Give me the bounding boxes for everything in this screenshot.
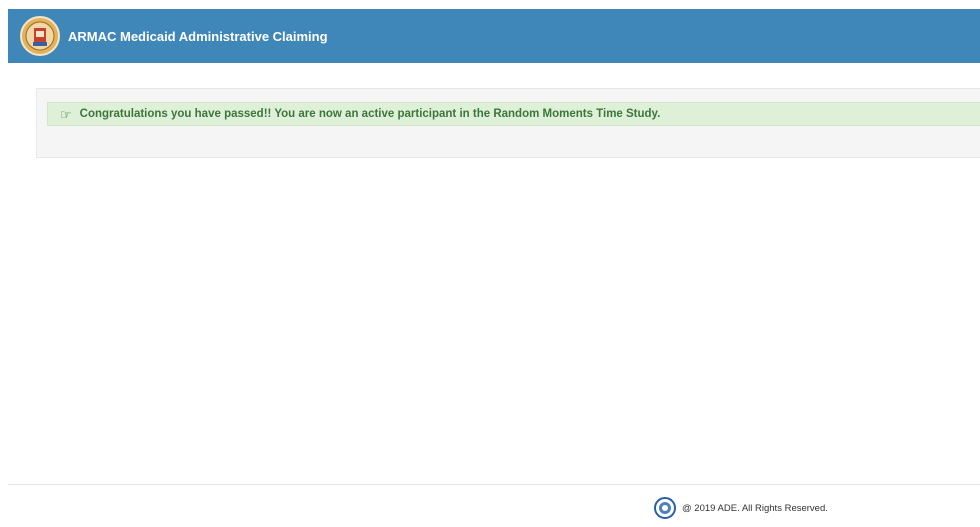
success-alert: ☞ Congratulations you have passed!! You … — [47, 102, 980, 126]
footer-divider — [8, 484, 980, 485]
content-panel: ☞ Congratulations you have passed!! You … — [36, 88, 980, 158]
page: ARMAC Medicaid Administrative Claiming ☞… — [0, 0, 980, 527]
app-title[interactable]: ARMAC Medicaid Administrative Claiming — [68, 29, 328, 44]
state-seal-icon[interactable] — [20, 16, 60, 56]
footer: @ 2019 ADE. All Rights Reserved. — [654, 497, 828, 519]
hand-pointing-right-icon: ☞ — [60, 106, 72, 122]
copyright-text: @ 2019 ADE. All Rights Reserved. — [682, 502, 828, 514]
seal-icon — [654, 497, 676, 519]
top-navbar: ARMAC Medicaid Administrative Claiming — [8, 9, 980, 63]
success-message: Congratulations you have passed!! You ar… — [79, 108, 661, 120]
